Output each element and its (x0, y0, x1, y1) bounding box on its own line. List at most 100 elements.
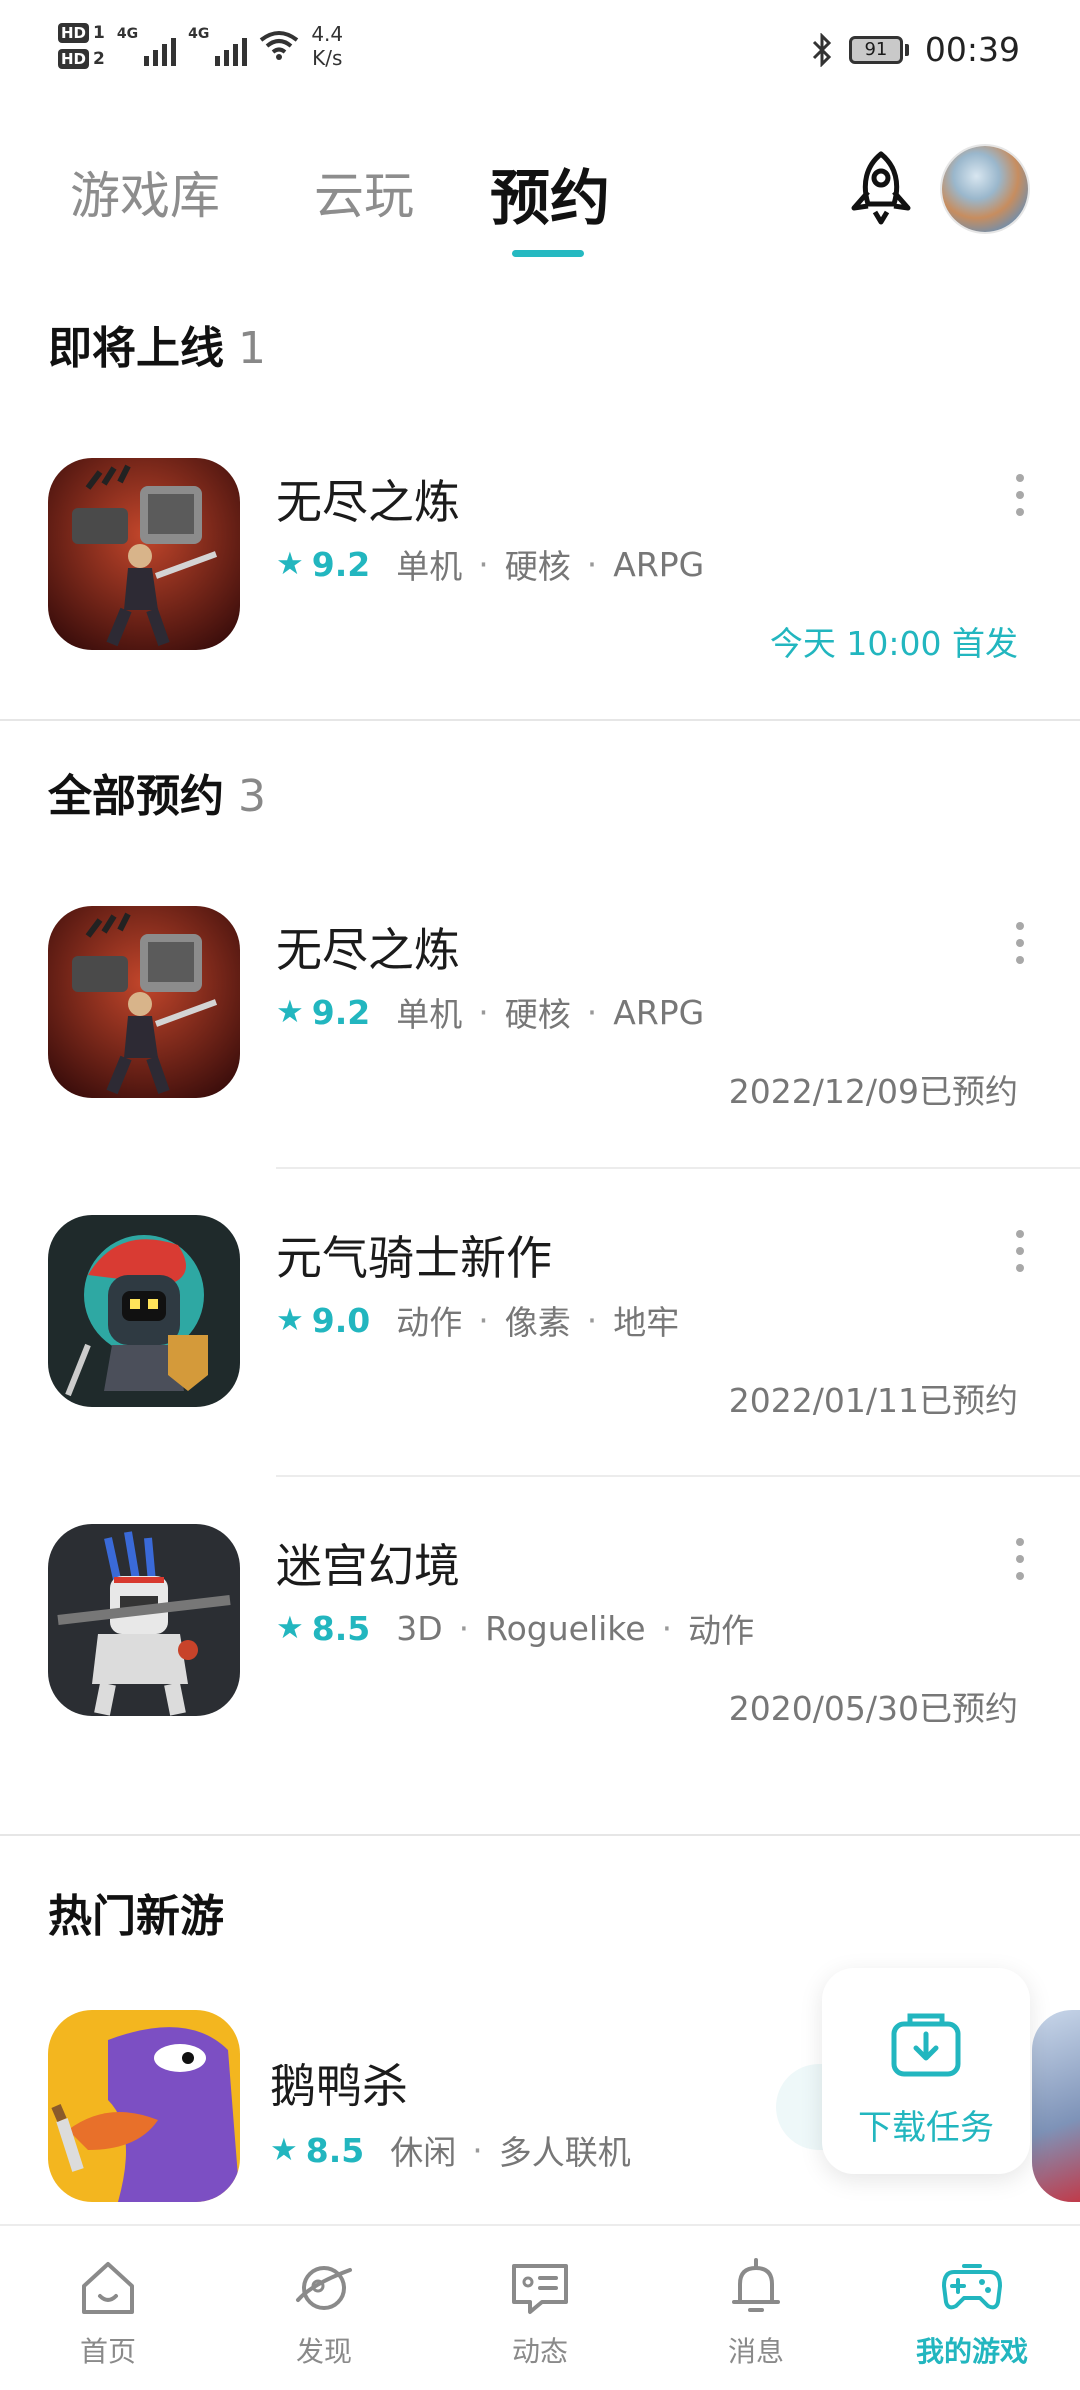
game-icon-goose-duck[interactable] (48, 2010, 240, 2202)
game-tag: Roguelike (485, 1608, 646, 1648)
bell-icon (732, 2258, 780, 2312)
bluetooth-icon (812, 32, 832, 67)
row-divider (276, 1475, 1080, 1477)
section-title-hot-new: 热门新游 (48, 1891, 224, 1942)
gamepad-icon (942, 2264, 1002, 2310)
network-type-1: 4G (116, 26, 139, 42)
download-tray-icon (891, 2013, 961, 2077)
game-tag: ARPG (613, 992, 705, 1032)
section-title-all-reservations: 全部预约 3 (48, 760, 266, 824)
nav-label: 消息 (727, 2335, 784, 2368)
rocket-icon[interactable] (846, 150, 916, 226)
game-tag: 单机 (396, 995, 463, 1034)
wifi-icon (260, 31, 299, 60)
game-tag: 休闲 (390, 2133, 457, 2172)
network-type-2: 4G (188, 26, 210, 42)
game-score: 9.2 (311, 992, 371, 1032)
signal-1-icon: 4G (116, 26, 177, 66)
nav-item-messages[interactable]: 消息 (648, 2226, 864, 2390)
section-title-upcoming: 即将上线 1 (48, 312, 266, 376)
bottom-nav: 首页 发现 动态 消息 我的游戏 (0, 2224, 1080, 2390)
sim-1-label: 1 (93, 23, 105, 43)
game-title[interactable]: 鹅鸭杀 (270, 2050, 408, 2116)
more-options-icon[interactable] (1014, 1538, 1026, 1580)
nav-item-my-games[interactable]: 我的游戏 (864, 2226, 1080, 2390)
network-speed: 4.4 K/s (311, 22, 343, 70)
speed-unit: K/s (312, 46, 343, 70)
game-tag: ARPG (613, 544, 705, 584)
section-title-text: 即将上线 (48, 323, 224, 374)
tab-cloud-play[interactable]: 云玩 (314, 156, 414, 228)
hd-badge: HD (58, 49, 90, 69)
game-score: 9.2 (311, 544, 371, 584)
game-tag: 动作 (688, 1611, 755, 1650)
star-icon: ★ (270, 2132, 298, 2168)
section-divider (0, 1834, 1080, 1836)
row-divider (276, 1167, 1080, 1169)
nav-item-feed[interactable]: 动态 (432, 2226, 648, 2390)
section-divider (0, 719, 1080, 721)
nav-label: 我的游戏 (915, 2335, 1028, 2368)
game-title[interactable]: 元气骑士新作 (276, 1222, 552, 1288)
star-icon: ★ (276, 1302, 304, 1338)
sim-2-label: 2 (93, 49, 105, 69)
home-icon (82, 2262, 134, 2314)
star-icon: ★ (276, 546, 304, 582)
nav-label: 动态 (511, 2335, 568, 2368)
status-bar: HD 1 HD 2 4G 4G 4.4 K/s 91 00:39 (0, 0, 1080, 108)
game-title[interactable]: 迷宫幻境 (276, 1530, 460, 1596)
game-tag: 像素 (504, 1303, 571, 1342)
more-options-icon[interactable] (1014, 474, 1026, 516)
game-meta: ★ 8.5 3D · Roguelike · 动作 (276, 1604, 754, 1652)
game-score: 8.5 (305, 2130, 365, 2170)
tab-reservations[interactable]: 预约 (490, 150, 610, 237)
sim-indicators: HD 1 HD 2 (58, 23, 105, 69)
nav-label: 发现 (295, 2335, 352, 2368)
star-icon: ★ (276, 1610, 304, 1646)
game-meta: ★ 9.0 动作 · 像素 · 地牢 (276, 1296, 679, 1344)
nav-item-home[interactable]: 首页 (0, 2226, 216, 2390)
section-count: 3 (238, 771, 266, 822)
game-score: 8.5 (311, 1608, 371, 1648)
nav-item-discover[interactable]: 发现 (216, 2226, 432, 2390)
more-options-icon[interactable] (1014, 922, 1026, 964)
game-tag: 多人联机 (498, 2133, 631, 2172)
game-tag: 地牢 (613, 1303, 680, 1342)
game-meta: ★ 9.2 单机 · 硬核 · ARPG (276, 540, 704, 588)
star-icon: ★ (276, 994, 304, 1030)
nav-label: 首页 (79, 2335, 136, 2368)
game-icon-wujin[interactable] (48, 906, 240, 1098)
download-task-button[interactable]: 下载任务 (822, 1968, 1030, 2174)
game-meta: ★ 8.5 休闲 · 多人联机 (270, 2126, 631, 2174)
reservation-date: 2020/05/30已预约 (728, 1689, 1018, 1728)
game-tag: 动作 (396, 1303, 463, 1342)
section-title-text: 全部预约 (48, 771, 224, 822)
clock: 00:39 (924, 30, 1020, 69)
game-title[interactable]: 无尽之炼 (276, 914, 460, 980)
battery-icon: 91 (848, 35, 909, 64)
game-icon-maze[interactable] (48, 1524, 240, 1716)
game-tag: 硬核 (504, 995, 571, 1034)
download-task-label: 下载任务 (858, 2108, 994, 2148)
planet-icon (296, 2266, 352, 2310)
message-card-icon (512, 2264, 568, 2314)
hd-badge: HD (58, 23, 90, 43)
game-icon-wujin[interactable] (48, 458, 240, 650)
active-tab-indicator (512, 250, 584, 257)
more-options-icon[interactable] (1014, 1230, 1026, 1272)
game-tag: 3D (396, 1608, 443, 1648)
reservation-date: 2022/01/11已预约 (728, 1381, 1018, 1420)
game-icon-soul-knight[interactable] (48, 1215, 240, 1407)
reservation-date: 2022/12/09已预约 (728, 1072, 1018, 1111)
game-score: 9.0 (311, 1300, 371, 1340)
avatar[interactable] (942, 146, 1028, 232)
game-tag: 单机 (396, 547, 463, 586)
game-icon-partial[interactable] (1032, 2010, 1080, 2202)
battery-level: 91 (848, 35, 903, 64)
release-time: 今天 10:00 首发 (769, 624, 1018, 663)
speed-value: 4.4 (311, 22, 344, 46)
tab-game-library[interactable]: 游戏库 (70, 156, 220, 228)
game-tag: 硬核 (504, 547, 571, 586)
section-count: 1 (238, 323, 266, 374)
game-title[interactable]: 无尽之炼 (276, 466, 460, 532)
